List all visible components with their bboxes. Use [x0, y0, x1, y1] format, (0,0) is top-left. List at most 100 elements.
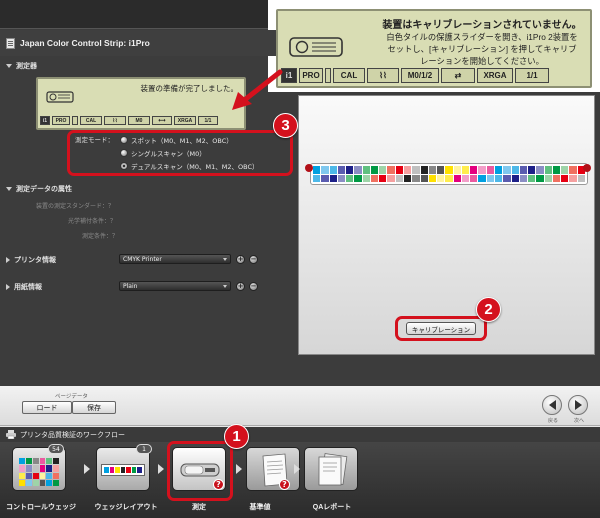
load-button[interactable]: ロード	[22, 401, 72, 414]
color-patch	[387, 174, 395, 182]
model-cell: PRO	[299, 68, 323, 83]
back-label: 戻る	[548, 418, 559, 424]
callout-box-1	[167, 441, 233, 501]
color-patch	[53, 465, 59, 472]
printer-icon	[6, 430, 16, 439]
question-icon: ?	[279, 479, 290, 490]
illuminant-row: 光学補付条件：？	[68, 218, 117, 225]
color-patch	[39, 465, 46, 472]
xrga-cell: XRGA	[477, 68, 513, 83]
color-patch	[536, 166, 544, 174]
next-button[interactable]	[568, 395, 588, 415]
color-patch	[461, 166, 470, 174]
color-patch	[478, 166, 486, 174]
measurement-data-section-label: 測定データの属性	[16, 186, 72, 193]
workflow-arrow-icon	[294, 464, 300, 474]
color-patch	[470, 166, 478, 174]
save-button[interactable]: 保存	[72, 401, 116, 414]
measurement-data-section-header[interactable]: 測定データの属性	[6, 184, 72, 194]
color-patch	[561, 166, 569, 174]
workflow-step-qa-report[interactable]	[304, 447, 358, 491]
color-patch	[445, 166, 453, 174]
color-patch	[354, 166, 362, 174]
color-patch	[453, 174, 461, 182]
color-patch	[453, 166, 461, 174]
color-patch	[46, 479, 53, 486]
top-bar	[0, 0, 268, 29]
color-patch	[387, 166, 395, 174]
color-patch	[519, 166, 528, 174]
color-patch	[503, 166, 511, 174]
color-patch	[503, 174, 511, 182]
page-cell: 1/1	[515, 68, 549, 83]
calibration-instructions: 白色タイルの保護スライダーを開き、i1Pro 2装置を セットし、[キャリブレー…	[374, 31, 590, 67]
color-patch	[544, 166, 552, 174]
cal-cell: CAL	[333, 68, 365, 83]
color-patch	[428, 166, 437, 174]
printer-section-header[interactable]: プリンタ情報	[6, 255, 56, 265]
color-patch	[25, 472, 32, 479]
back-button[interactable]	[542, 395, 562, 415]
step-badge: 54	[48, 444, 64, 454]
workflow-step-reference[interactable]: ?	[246, 447, 300, 491]
color-patch	[495, 174, 503, 182]
color-patch	[552, 174, 561, 182]
color-patch	[428, 174, 437, 182]
color-patch	[53, 458, 59, 465]
measurement-condition-row: 測定条件：？	[82, 233, 119, 240]
window-title: Japan Color Control Strip: i1Pro	[20, 38, 150, 48]
page-data-label: ページデータ	[55, 394, 88, 400]
color-patch	[561, 174, 569, 182]
color-patch	[495, 166, 503, 174]
color-patch	[379, 174, 387, 182]
color-patch	[321, 174, 329, 182]
printer-dropdown[interactable]: CMYK Printer	[119, 254, 231, 264]
instruction-line: レーションを開始してください。	[420, 56, 544, 66]
remove-paper-button[interactable]: −	[249, 282, 258, 291]
xrga-cell: XRGA	[174, 116, 196, 125]
color-patch	[46, 465, 53, 472]
color-patch	[395, 174, 403, 182]
remove-printer-button[interactable]: −	[249, 255, 258, 264]
strip-start-marker	[305, 164, 313, 172]
back-arrow-icon	[548, 400, 556, 410]
paper-section-header[interactable]: 用紙情報	[6, 282, 42, 292]
color-patch	[528, 174, 536, 182]
color-patch	[354, 174, 362, 182]
collapse-triangle-icon	[6, 187, 12, 191]
spacer-cell	[72, 116, 78, 125]
callout-arrow	[232, 69, 283, 110]
color-patch	[46, 472, 53, 479]
printer-section-label: プリンタ情報	[14, 257, 56, 264]
color-patch	[511, 166, 519, 174]
instruction-line: セットし、[キャリブレーション] を押してキャリブ	[387, 44, 577, 54]
color-patch	[39, 458, 46, 465]
color-patch	[536, 174, 544, 182]
window-title-bar: Japan Color Control Strip: i1Pro	[0, 30, 298, 56]
color-patch	[53, 472, 59, 479]
color-patch	[32, 472, 39, 479]
color-patch	[19, 465, 25, 472]
add-printer-button[interactable]: +	[236, 255, 245, 264]
expand-triangle-icon	[6, 284, 10, 290]
control-strip-preview	[310, 163, 588, 185]
color-patch	[19, 458, 25, 465]
color-patch	[362, 166, 370, 174]
color-patch	[437, 166, 445, 174]
add-paper-button[interactable]: +	[236, 282, 245, 291]
wave-icon: ⌇⌇	[367, 68, 399, 83]
color-patch	[321, 166, 329, 174]
instrument-section-header[interactable]: 測定器	[6, 61, 37, 71]
instrument-section-label: 測定器	[16, 63, 37, 70]
m-mode-cell: M0/1/2	[401, 68, 439, 83]
color-patch	[552, 166, 561, 174]
color-patch	[337, 166, 346, 174]
printer-value: CMYK Printer	[123, 255, 162, 263]
paper-dropdown[interactable]: Plain	[119, 281, 231, 291]
color-patch	[412, 166, 420, 174]
color-patch	[511, 174, 519, 182]
workflow-arrow-icon	[158, 464, 164, 474]
step-label: 測定	[192, 504, 206, 511]
color-patch	[420, 174, 428, 182]
color-patch	[53, 479, 59, 486]
